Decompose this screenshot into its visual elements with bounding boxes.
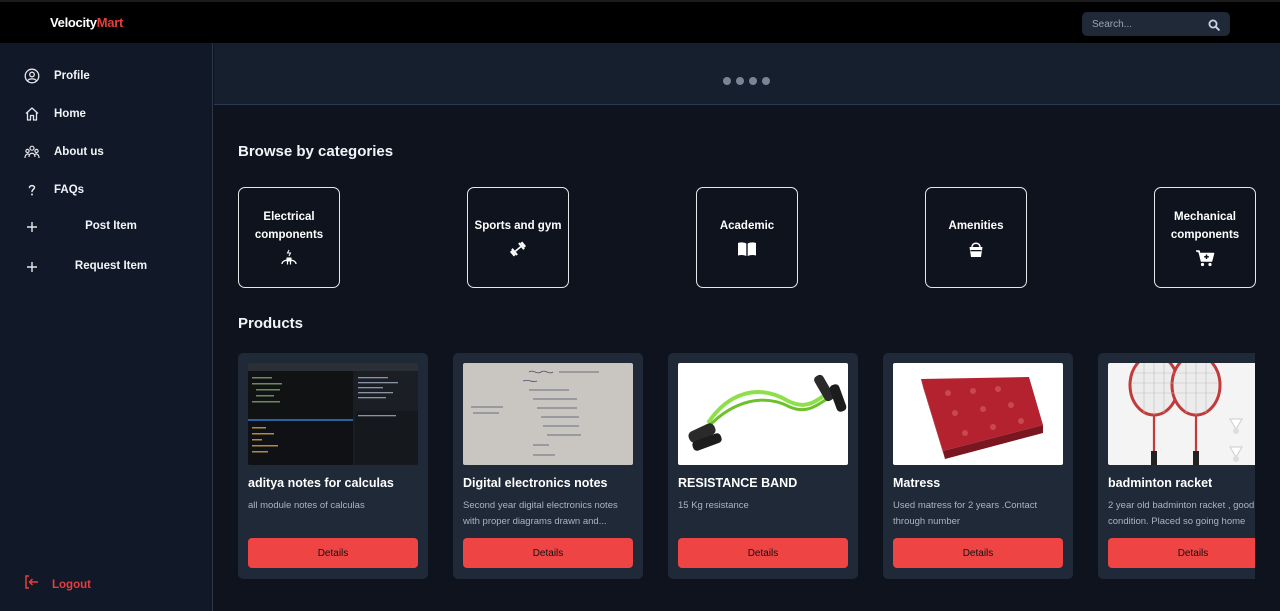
product-card[interactable]: Matress Used matress for 2 years .Contac… <box>883 353 1073 579</box>
carousel-dot[interactable] <box>749 77 757 85</box>
product-image-mattress <box>893 363 1063 465</box>
carousel-dot[interactable] <box>762 77 770 85</box>
product-card[interactable]: aditya notes for calculas all module not… <box>238 353 428 579</box>
product-card[interactable]: badminton racket 2 year old badminton ra… <box>1098 353 1255 579</box>
hero-carousel <box>214 43 1280 105</box>
product-image-handwritten-notes <box>463 363 633 465</box>
users-icon <box>22 142 42 162</box>
user-circle-icon <box>22 66 42 86</box>
product-title: Matress <box>893 476 941 490</box>
product-card[interactable]: Digital electronics notes Second year di… <box>453 353 643 579</box>
product-description: Second year digital electronics notes wi… <box>463 500 618 527</box>
logo-text: Velocity <box>50 15 97 30</box>
product-image-resistance-band <box>678 363 848 465</box>
logout-label: Logout <box>52 578 91 591</box>
dumbbell-icon <box>509 240 527 258</box>
sidebar-item-about-us[interactable]: About us <box>22 141 104 163</box>
product-description: all module notes of calculas <box>248 500 365 511</box>
product-description: 2 year old badminton racket , good condi… <box>1108 500 1255 527</box>
home-icon <box>22 104 42 124</box>
sidebar-item-label: FAQs <box>54 184 85 196</box>
category-label: Amenities <box>948 220 1004 232</box>
category-card-sports[interactable]: Sports and gym <box>467 187 569 288</box>
carousel-dot[interactable] <box>723 77 731 85</box>
plug-icon <box>279 249 299 267</box>
details-button[interactable]: Details <box>248 538 418 568</box>
product-description: 15 Kg resistance <box>678 500 749 511</box>
plus-icon <box>22 217 42 237</box>
sidebar-item-label: About us <box>54 146 104 158</box>
categories-title: Browse by categories <box>238 143 394 160</box>
search-box <box>1082 12 1230 36</box>
details-button[interactable]: Details <box>463 538 633 568</box>
sidebar-item-label: Post Item <box>85 220 137 232</box>
product-title: RESISTANCE BAND <box>678 476 798 490</box>
sidebar-item-profile[interactable]: Profile <box>22 65 90 87</box>
cart-icon <box>1195 249 1215 267</box>
sidebar-item-label: Home <box>54 108 86 120</box>
carousel-dot[interactable] <box>736 77 744 85</box>
logout-button[interactable]: Logout <box>22 573 91 596</box>
products-list: aditya notes for calculas all module not… <box>238 353 1255 581</box>
product-title: Digital electronics notes <box>463 476 608 490</box>
plus-icon <box>22 257 42 277</box>
product-image-code-screenshot <box>248 363 418 465</box>
question-icon <box>22 180 42 200</box>
details-button[interactable]: Details <box>678 538 848 568</box>
sidebar-item-home[interactable]: Home <box>22 103 86 125</box>
product-title: badminton racket <box>1108 476 1213 490</box>
sidebar-item-request-item[interactable]: Request Item <box>22 256 202 278</box>
product-image-badminton-racket <box>1108 363 1255 465</box>
sidebar: Profile Home About us FAQs Post Item Req… <box>0 43 213 611</box>
category-label: Sports and gym <box>474 220 562 232</box>
category-card-mechanical[interactable]: Mechanical components <box>1154 187 1256 288</box>
top-navbar: VelocityMart <box>0 0 1280 43</box>
sidebar-item-label: Profile <box>54 70 90 82</box>
product-title: aditya notes for calculas <box>248 476 394 490</box>
sidebar-item-post-item[interactable]: Post Item <box>22 216 202 238</box>
logout-icon <box>22 573 40 596</box>
category-label: Mechanical components <box>1170 211 1240 241</box>
product-description: Used matress for 2 years .Contact throug… <box>893 500 1038 527</box>
carousel-dots <box>723 77 770 85</box>
details-button[interactable]: Details <box>893 538 1063 568</box>
book-icon <box>737 240 757 258</box>
products-title: Products <box>238 315 304 332</box>
category-label: Academic <box>719 220 775 232</box>
category-label: Electrical components <box>254 211 324 241</box>
category-card-academic[interactable]: Academic <box>696 187 798 288</box>
search-input[interactable] <box>1082 12 1202 36</box>
category-card-electrical[interactable]: Electrical components <box>238 187 340 288</box>
category-card-amenities[interactable]: Amenities <box>925 187 1027 288</box>
logo-accent-text: Mart <box>96 15 124 30</box>
sidebar-item-faqs[interactable]: FAQs <box>22 179 84 201</box>
search-icon[interactable] <box>1208 18 1220 36</box>
bucket-icon <box>967 240 985 258</box>
logo[interactable]: VelocityMart <box>50 15 123 30</box>
sidebar-item-label: Request Item <box>74 260 148 272</box>
details-button[interactable]: Details <box>1108 538 1255 568</box>
product-card[interactable]: RESISTANCE BAND 15 Kg resistance Details <box>668 353 858 579</box>
